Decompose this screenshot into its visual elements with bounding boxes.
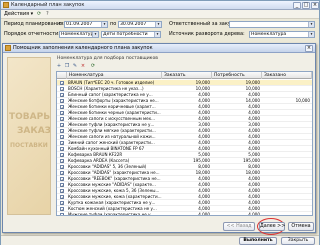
row-checkbox[interactable]: ✓: [60, 147, 64, 152]
row-checkbox[interactable]: ✓: [60, 189, 64, 194]
table-header: Номенклатура Заказать Потребность Заказа…: [57, 72, 312, 79]
grid-toolbar: + ❐ ✎ × ⟳: [56, 63, 314, 70]
calendar-icon: ▾: [155, 22, 161, 27]
table-cell-name: Мужские туфли (характеристика не у...: [68, 212, 155, 216]
dealer-field[interactable]: Номенклатура ▾: [59, 31, 99, 38]
app-icon: [5, 45, 11, 51]
row-checkbox[interactable]: ✓: [60, 165, 64, 170]
close-button[interactable]: Закрыть: [281, 237, 315, 245]
side-word: ТОВАРЫ: [9, 112, 51, 122]
column-header[interactable]: Номенклатура: [67, 72, 162, 79]
column-header[interactable]: Заказать: [162, 72, 212, 79]
row-checkbox[interactable]: ✓: [60, 111, 64, 116]
period-to-prefix: по: [110, 21, 117, 27]
back-button[interactable]: << Назад: [223, 222, 255, 231]
side-word: ЗАКАЗ: [17, 126, 51, 136]
cancel-button[interactable]: Отмена: [288, 222, 314, 231]
help-icon[interactable]: ?: [46, 12, 52, 17]
dealer-type-field[interactable]: Дети потребности ▾: [101, 31, 161, 38]
chevron-down-icon: ▾: [308, 32, 314, 37]
row-checkbox[interactable]: ✓: [60, 93, 64, 98]
main-toolbar: Действия ▾ ⟳ ?: [1, 10, 319, 19]
row-checkbox[interactable]: ✓: [60, 81, 64, 86]
row-checkbox[interactable]: ✓: [60, 171, 64, 176]
copy-icon[interactable]: ❐: [64, 63, 70, 69]
add-icon[interactable]: +: [56, 63, 62, 69]
row-checkbox[interactable]: ✓: [60, 123, 64, 128]
grid-hint: Номенклатура для подбора поставщиков: [57, 56, 158, 61]
side-word: ПОСТАВКИ: [10, 142, 48, 149]
row-checkbox[interactable]: ✓: [60, 183, 64, 188]
refresh-icon[interactable]: ⟳: [90, 63, 96, 69]
close-icon[interactable]: ×: [305, 45, 313, 52]
table-cell-need: 4,000: [248, 212, 260, 216]
minimize-icon[interactable]: _: [293, 2, 301, 9]
chevron-down-icon: ▾: [308, 22, 314, 27]
chevron-down-icon: ▾: [92, 32, 98, 37]
row-checkbox[interactable]: ✓: [60, 117, 64, 122]
run-button[interactable]: Выполнить: [239, 237, 277, 245]
row-checkbox[interactable]: ✓: [60, 153, 64, 158]
fill-wizard-dialog: Помощник заполнения календарного плана з…: [2, 43, 316, 235]
responsible-field[interactable]: ▾: [229, 21, 315, 28]
wizard-side-image: ТОВАРЫ ЗАКАЗ ПОСТАВКИ: [7, 57, 51, 215]
main-window-statusbar: Выполнить Закрыть: [1, 235, 319, 245]
delete-icon[interactable]: ×: [80, 63, 86, 69]
row-checkbox[interactable]: ✓: [60, 207, 64, 212]
row-checkbox[interactable]: ✓: [60, 105, 64, 110]
dialog-footer: << Назад Далее >> Отмена: [3, 222, 315, 233]
group-label: Источник разворота дерева:: [169, 31, 245, 37]
header-check: [57, 72, 67, 79]
refresh-icon[interactable]: ⟳: [37, 12, 43, 17]
row-checkbox[interactable]: ✓: [60, 159, 64, 164]
table-cell-ordered: [262, 212, 310, 215]
row-checkbox[interactable]: ✓: [60, 87, 64, 92]
maximize-icon[interactable]: □: [302, 2, 310, 9]
period-from-prefix: с: [59, 21, 62, 27]
main-window-title: Календарный план закупок: [11, 2, 85, 8]
app-icon: [3, 2, 9, 8]
group-field[interactable]: Номенклатура ▾: [249, 31, 315, 38]
period-from-field[interactable]: 01.09.2007 ▾: [64, 21, 108, 28]
row-checkbox[interactable]: ✓: [60, 213, 64, 215]
chevron-down-icon: ▾: [154, 32, 160, 37]
next-button[interactable]: Далее >>: [259, 222, 285, 231]
period-to-field[interactable]: 30.09.2007 ▾: [118, 21, 162, 28]
table-cell-order: 4,000: [198, 212, 210, 216]
edit-icon[interactable]: ✎: [72, 63, 78, 69]
row-checkbox[interactable]: ✓: [60, 141, 64, 146]
row-checkbox[interactable]: ✓: [60, 195, 64, 200]
column-header[interactable]: Заказано: [262, 72, 312, 79]
table-row[interactable]: ✓ Мужские туфли (характеристика не у... 4,…: [57, 212, 312, 216]
actions-menu[interactable]: Действия ▾: [4, 11, 33, 18]
period-label: Период планирования:: [4, 21, 65, 27]
row-checkbox[interactable]: ✓: [60, 201, 64, 206]
dialog-titlebar[interactable]: Помощник заполнения календарного плана з…: [3, 44, 315, 53]
row-checkbox[interactable]: ✓: [60, 129, 64, 134]
row-checkbox[interactable]: ✓: [60, 135, 64, 140]
close-icon[interactable]: ×: [311, 2, 319, 9]
dealer-label: Порядок отчетности:: [4, 31, 60, 37]
calendar-icon: ▾: [101, 22, 107, 27]
row-checkbox[interactable]: ✓: [60, 99, 64, 104]
main-window-titlebar[interactable]: Календарный план закупок _ □ ×: [1, 1, 319, 10]
dialog-title: Помощник заполнения календарного плана з…: [13, 45, 153, 51]
row-checkbox[interactable]: ✓: [60, 177, 64, 182]
nomenclature-table: Номенклатура Заказать Потребность Заказа…: [56, 71, 313, 216]
column-header[interactable]: Потребность: [212, 72, 262, 79]
